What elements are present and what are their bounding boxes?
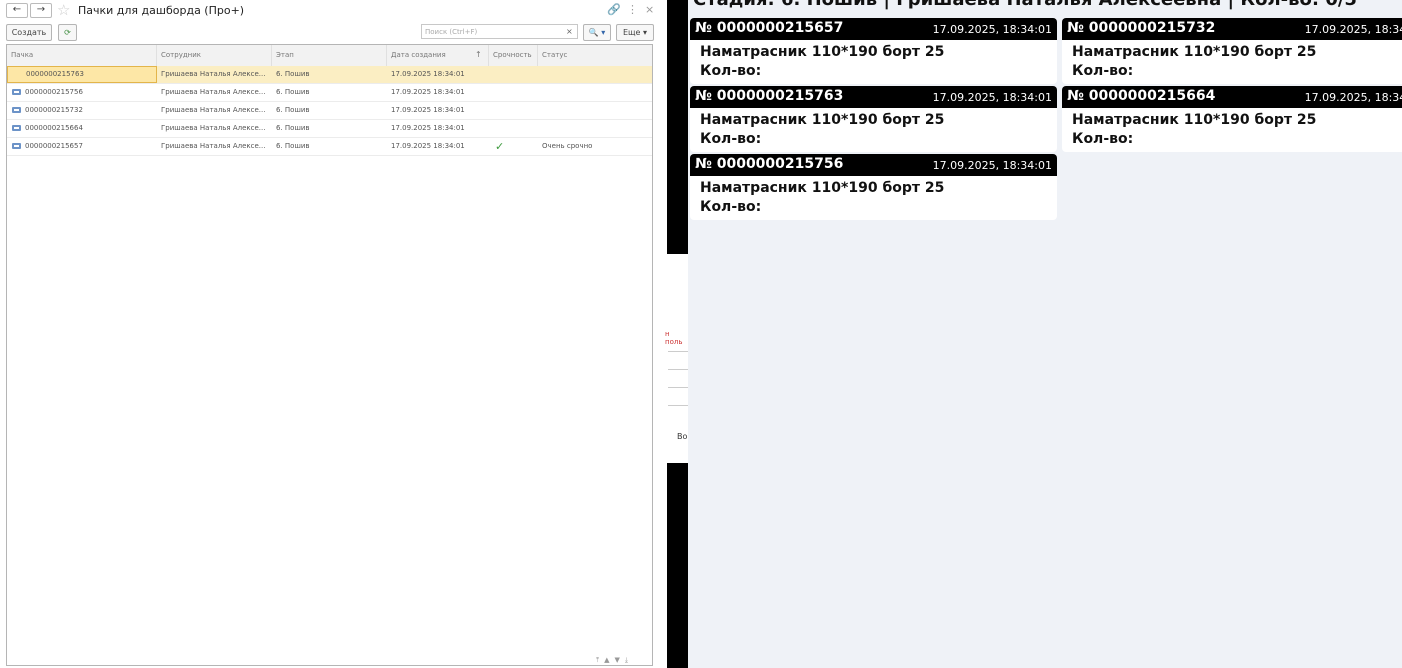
batch-card[interactable]: № 0000000215756 17.09.2025, 18:34:01 Нам… [690, 154, 1057, 220]
card-quantity: Кол-во: [700, 199, 762, 215]
card-product: Наматрасник 110*190 борт 25 [700, 112, 945, 128]
dark-panel-top [667, 0, 688, 254]
more-button[interactable]: Еще ▾ [616, 24, 654, 41]
table-header: Пачка Сотрудник Этап Дата создания ↑ Сро… [7, 45, 652, 67]
table-row[interactable]: 0000000215657 Гришаева Наталья Алексе...… [7, 138, 652, 156]
batch-card[interactable]: № 0000000215657 17.09.2025, 18:34:01 Нам… [690, 18, 1057, 84]
card-number: № 0000000215763 [695, 88, 844, 104]
card-product: Наматрасник 110*190 борт 25 [700, 44, 945, 60]
search-button[interactable]: 🔍 ▾ [583, 24, 611, 41]
card-product: Наматрасник 110*190 борт 25 [1072, 112, 1317, 128]
card-number: № 0000000215732 [1067, 20, 1216, 36]
card-header: № 0000000215756 17.09.2025, 18:34:01 [690, 154, 1057, 176]
table-row[interactable]: 0000000215732 Гришаева Наталья Алексе...… [7, 102, 652, 120]
urgency-check-icon: ✓ [495, 140, 505, 153]
batches-table: Пачка Сотрудник Этап Дата создания ↑ Сро… [6, 44, 653, 666]
arrow-left-icon[interactable]: ← [6, 3, 28, 18]
card-date: 17.09.2025, 18:34:01 [1304, 23, 1402, 36]
dark-panel-bottom [667, 463, 688, 668]
divider [668, 351, 688, 352]
table-row[interactable]: 0000000215763 Гришаева Наталья Алексе...… [7, 66, 652, 84]
card-date: 17.09.2025, 18:34:01 [932, 23, 1052, 36]
card-number: № 0000000215657 [695, 20, 844, 36]
card-date: 17.09.2025, 18:34:01 [1304, 91, 1402, 104]
list-form-window: ← → ☆ Пачки для дашборда (Про+) 🔗 ⋮ × Со… [0, 0, 660, 668]
card-date: 17.09.2025, 18:34:01 [932, 91, 1052, 104]
divider [668, 387, 688, 388]
refresh-icon[interactable]: ⟳ [58, 24, 77, 41]
card-product: Наматрасник 110*190 борт 25 [700, 180, 945, 196]
window-titlebar: ← → ☆ Пачки для дашборда (Про+) 🔗 ⋮ × [0, 0, 660, 20]
search-clear-icon[interactable]: × [566, 24, 573, 39]
card-header: № 0000000215664 17.09.2025, 18:34:01 [1062, 86, 1402, 108]
close-icon[interactable]: × [645, 3, 654, 16]
required-field-hint: н поль [665, 330, 683, 346]
background-window-strip: н поль Во [660, 0, 688, 668]
more-vert-icon[interactable]: ⋮ [627, 3, 638, 16]
column-header-batch[interactable]: Пачка [7, 45, 157, 66]
sort-arrow-icon: ↑ [475, 50, 482, 59]
column-header-date[interactable]: Дата создания [387, 45, 489, 66]
arrow-right-icon[interactable]: → [30, 3, 52, 18]
card-header: № 0000000215732 17.09.2025, 18:34:01 [1062, 18, 1402, 40]
batch-card[interactable]: № 0000000215664 17.09.2025, 18:34:01 Нам… [1062, 86, 1402, 152]
favorite-star-icon[interactable]: ☆ [57, 1, 70, 19]
table-row[interactable]: 0000000215756 Гришаева Наталья Алексе...… [7, 84, 652, 102]
divider [668, 405, 688, 406]
partial-button-label[interactable]: Во [677, 432, 687, 441]
card-header: № 0000000215763 17.09.2025, 18:34:01 [690, 86, 1057, 108]
window-title: Пачки для дашборда (Про+) [78, 4, 245, 17]
stage-title: Стадия: 6. Пошив | Гришаева Наталья Алек… [693, 0, 1357, 10]
table-row[interactable]: 0000000215664 Гришаева Наталья Алексе...… [7, 120, 652, 138]
toolbar: Создать ⟳ Поиск (Ctrl+F) × 🔍 ▾ Еще ▾ [0, 22, 660, 42]
column-header-stage[interactable]: Этап [272, 45, 387, 66]
column-header-urgency[interactable]: Срочность [489, 45, 538, 66]
scroll-navigation-buttons[interactable]: ⤒▲▼⤓ [596, 656, 633, 665]
card-product: Наматрасник 110*190 борт 25 [1072, 44, 1317, 60]
card-header: № 0000000215657 17.09.2025, 18:34:01 [690, 18, 1057, 40]
create-button[interactable]: Создать [6, 24, 52, 41]
column-header-status[interactable]: Статус [538, 45, 652, 66]
dashboard-panel: Стадия: 6. Пошив | Гришаева Наталья Алек… [688, 0, 1402, 668]
search-input[interactable]: Поиск (Ctrl+F) [421, 24, 578, 39]
card-quantity: Кол-во: [700, 63, 762, 79]
batch-card[interactable]: № 0000000215732 17.09.2025, 18:34:01 Нам… [1062, 18, 1402, 84]
card-quantity: Кол-во: [700, 131, 762, 147]
card-number: № 0000000215664 [1067, 88, 1216, 104]
divider [668, 369, 688, 370]
card-quantity: Кол-во: [1072, 131, 1134, 147]
column-header-employee[interactable]: Сотрудник [157, 45, 272, 66]
link-icon[interactable]: 🔗 [607, 3, 621, 16]
card-number: № 0000000215756 [695, 156, 844, 172]
batch-card[interactable]: № 0000000215763 17.09.2025, 18:34:01 Нам… [690, 86, 1057, 152]
card-date: 17.09.2025, 18:34:01 [932, 159, 1052, 172]
card-quantity: Кол-во: [1072, 63, 1134, 79]
